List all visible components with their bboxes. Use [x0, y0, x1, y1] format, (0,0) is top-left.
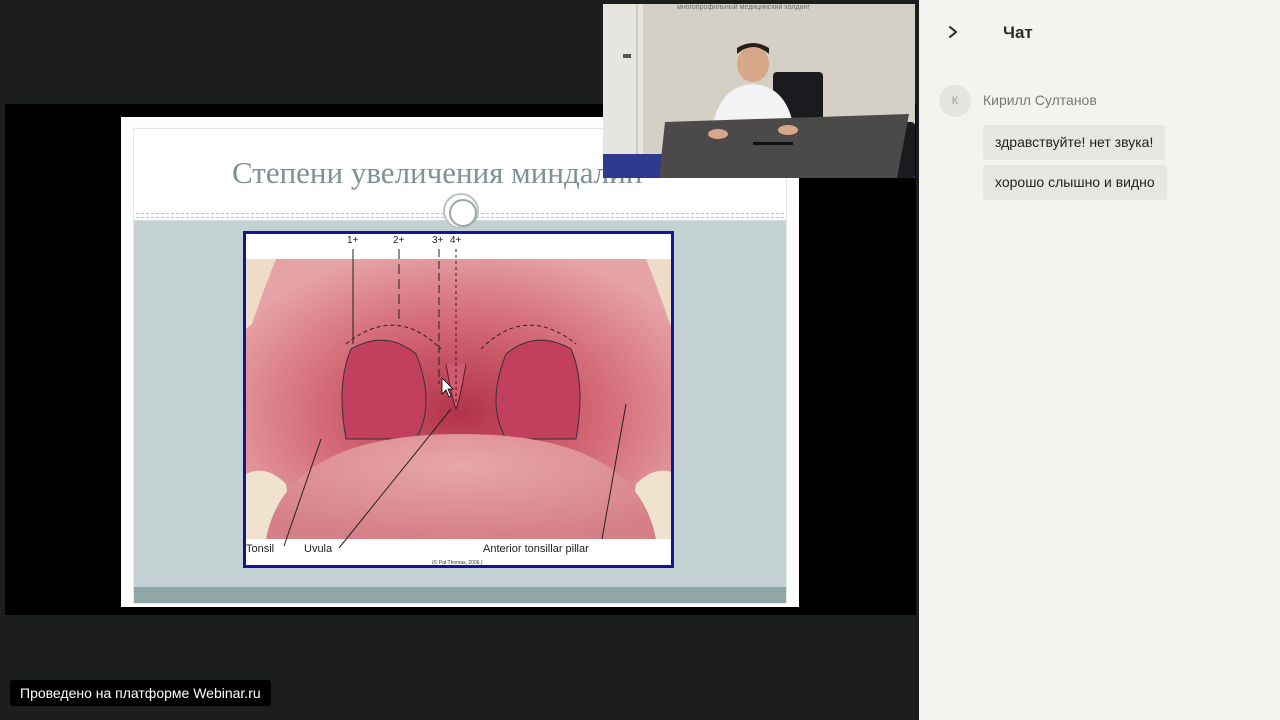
presentation-frame: Степени увеличения миндалин 1+ 2+ 3+ 4+ …: [5, 104, 916, 615]
collapse-chat-button[interactable]: [941, 20, 965, 44]
slide-body: Степени увеличения миндалин 1+ 2+ 3+ 4+ …: [133, 128, 787, 604]
grade-label-2: 2+: [393, 235, 405, 246]
webcam-wall-caption: многопрофильный медицинский холдинг: [677, 4, 810, 11]
chat-title: Чат: [1003, 23, 1033, 42]
throat-illustration: [246, 249, 671, 565]
grade-label-4: 4+: [450, 235, 462, 246]
label-uvula: Uvula: [304, 543, 333, 555]
label-tonsil: Tonsil: [246, 543, 275, 555]
chevron-right-icon: [949, 26, 957, 38]
chat-sidebar: Чат К Кирилл Султанов здравствуйте! нет …: [919, 0, 1280, 720]
grade-label-1: 1+: [347, 235, 359, 246]
tonsil-grades-figure: 1+ 2+ 3+ 4+ Tonsil Uvula Anterior tonsil…: [243, 231, 674, 568]
slide-footer-bar: [134, 587, 786, 603]
chat-message: хорошо слышно и видно: [983, 165, 1167, 200]
message-author: Кирилл Султанов: [983, 92, 1097, 108]
avatar: К: [939, 85, 971, 117]
webcam-frame: [603, 4, 915, 178]
slide-title: Степени увеличения миндалин: [232, 155, 643, 190]
presentation-slide: Степени увеличения миндалин 1+ 2+ 3+ 4+ …: [121, 117, 799, 607]
video-stage: Степени увеличения миндалин 1+ 2+ 3+ 4+ …: [0, 0, 918, 720]
ring-ornament-icon: [443, 193, 479, 229]
label-anterior-pillar: Anterior tonsillar pillar: [483, 543, 589, 555]
grade-label-3: 3+: [432, 235, 444, 246]
platform-badge[interactable]: Проведено на платформе Webinar.ru: [10, 680, 271, 706]
chat-message: здравствуйте! нет звука!: [983, 125, 1166, 160]
figure-credit: (© Pat Thomas, 2006.): [432, 560, 483, 566]
presenter-webcam[interactable]: многопрофильный медицинский холдинг: [603, 4, 915, 178]
